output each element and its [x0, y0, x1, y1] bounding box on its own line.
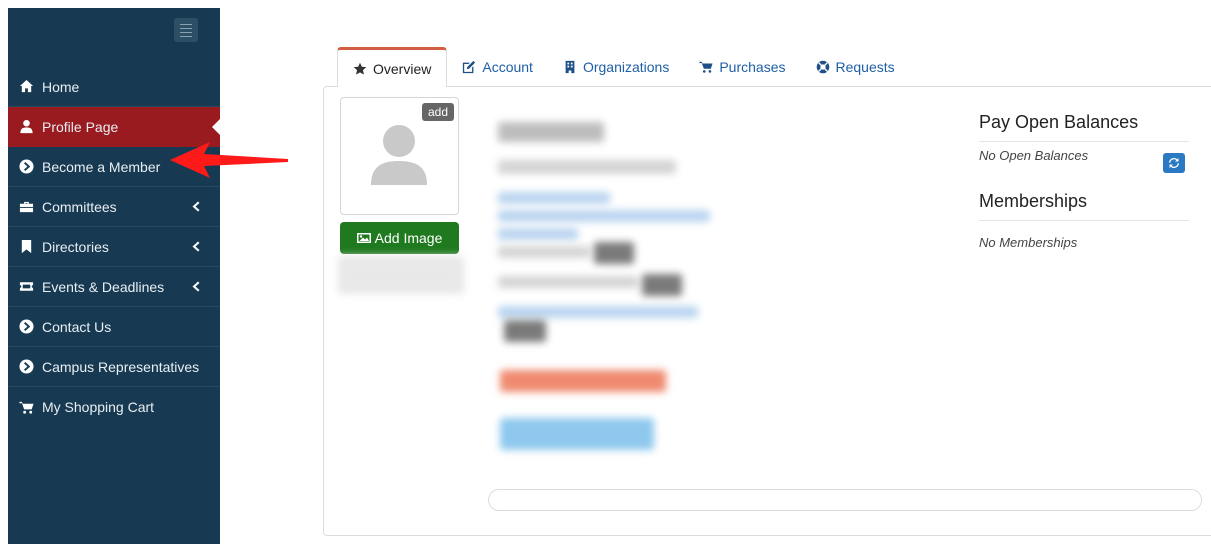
memberships-status: No Memberships: [979, 235, 1078, 250]
user-icon: [18, 119, 34, 135]
caret-left-icon: [186, 281, 204, 292]
redacted-block: [338, 256, 464, 294]
sidebar-item-label: My Shopping Cart: [42, 399, 155, 415]
tab-label: Purchases: [719, 59, 786, 75]
tab-label: Organizations: [582, 59, 670, 75]
redacted-block: [498, 246, 590, 258]
tab-purchases[interactable]: Purchases: [684, 47, 800, 87]
chevron-circle-right-icon: [18, 159, 34, 175]
cart-icon: [18, 399, 34, 415]
tab-organizations[interactable]: Organizations: [548, 47, 684, 87]
redacted-block: [500, 370, 666, 392]
sidebar-item-my-shopping-cart[interactable]: My Shopping Cart: [8, 387, 220, 427]
sidebar-item-events-deadlines[interactable]: Events & Deadlines: [8, 267, 220, 307]
caret-left-icon: [186, 201, 204, 212]
image-icon: [356, 233, 371, 243]
add-photo-badge[interactable]: add: [421, 103, 454, 121]
chevron-circle-right-icon: [18, 359, 34, 375]
tab-label: Requests: [835, 59, 895, 75]
redacted-block: [498, 276, 638, 288]
tab-label: Overview: [373, 60, 432, 77]
sidebar-item-label: Campus Representatives: [42, 358, 200, 375]
tab-overview[interactable]: Overview: [337, 47, 448, 87]
profile-photo[interactable]: add: [340, 97, 459, 215]
sidebar-nav: Home Profile Page Become a Member Commit…: [8, 67, 220, 427]
sidebar: Home Profile Page Become a Member Commit…: [8, 8, 220, 544]
ticket-icon: [18, 279, 34, 295]
star-icon: [353, 62, 367, 76]
bookmark-icon: [18, 239, 34, 255]
redacted-block: [498, 228, 578, 240]
refresh-balances-button[interactable]: [1163, 153, 1185, 173]
redacted-block: [498, 306, 698, 318]
redacted-block: [498, 122, 604, 142]
sidebar-item-campus-representatives[interactable]: Campus Representatives: [8, 347, 220, 387]
refresh-icon: [1169, 158, 1179, 168]
building-icon: [563, 60, 577, 74]
memberships-title: Memberships: [979, 191, 1189, 221]
add-image-label: Add Image: [374, 230, 443, 246]
sidebar-item-contact-us[interactable]: Contact Us: [8, 307, 220, 347]
redacted-block: [498, 192, 610, 204]
tab-account[interactable]: Account: [447, 47, 548, 87]
sidebar-item-label: Committees: [42, 198, 117, 215]
tab-requests[interactable]: Requests: [801, 47, 910, 87]
caret-left-icon: [186, 241, 204, 252]
sidebar-item-label: Profile Page: [42, 118, 119, 135]
sidebar-item-home[interactable]: Home: [8, 67, 220, 107]
add-image-button[interactable]: Add Image: [340, 222, 459, 254]
sidebar-item-label: Events & Deadlines: [42, 278, 165, 295]
sidebar-item-directories[interactable]: Directories: [8, 227, 220, 267]
avatar-placeholder-icon: [371, 125, 427, 185]
briefcase-icon: [18, 199, 34, 215]
profile-tabs: Overview Account Organizations Purchases…: [337, 47, 910, 87]
bottom-progress-bar: [488, 489, 1202, 511]
sidebar-item-committees[interactable]: Committees: [8, 187, 220, 227]
edit-icon: [462, 60, 476, 74]
lifebuoy-icon: [816, 60, 830, 74]
redacted-block: [498, 160, 676, 174]
sidebar-item-label: Directories: [42, 238, 109, 255]
redacted-block: [642, 274, 682, 296]
right-column: Pay Open Balances No Open Balances Membe…: [979, 112, 1189, 250]
redacted-block: [594, 242, 634, 264]
redacted-block: [504, 320, 546, 342]
redacted-block: [498, 210, 710, 222]
cart-icon: [699, 60, 713, 74]
annotation-arrow: [170, 142, 288, 178]
tab-label: Account: [482, 59, 533, 75]
open-balances-status: No Open Balances: [979, 148, 1089, 163]
sidebar-item-label: Home: [42, 78, 80, 95]
home-icon: [18, 79, 34, 95]
redacted-block: [500, 418, 654, 450]
sidebar-item-label: Contact Us: [42, 318, 112, 335]
chevron-circle-right-icon: [18, 319, 34, 335]
menu-toggle-icon[interactable]: [174, 18, 198, 42]
pay-open-balances-title: Pay Open Balances: [979, 112, 1189, 142]
